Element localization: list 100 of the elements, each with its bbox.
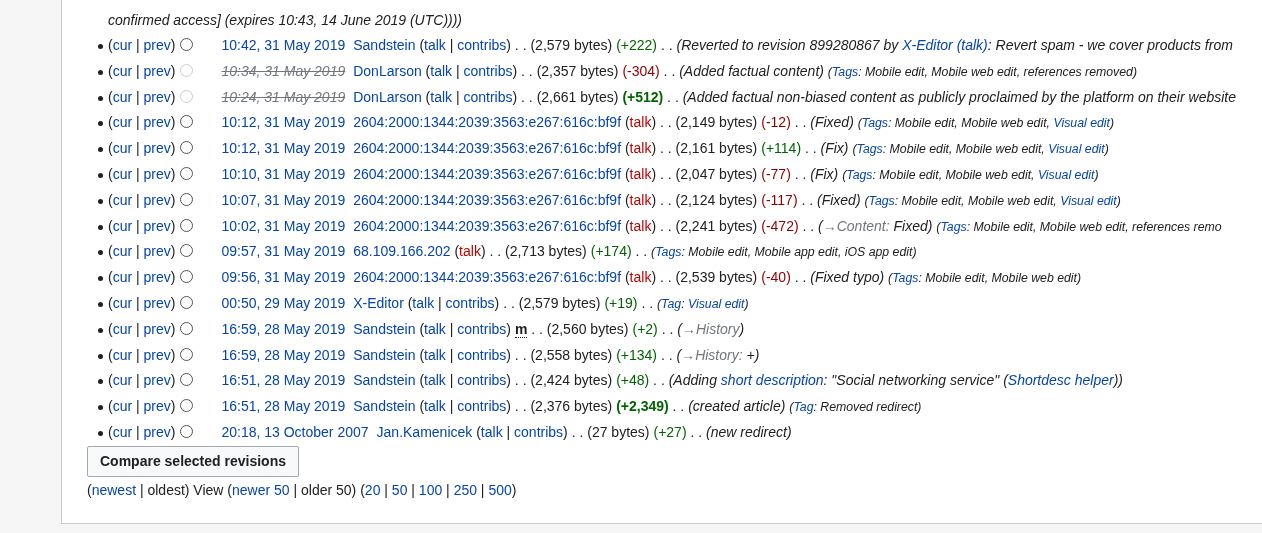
revision-radio[interactable] (180, 321, 194, 335)
missing-page-link[interactable]: talk (629, 166, 652, 182)
page-link[interactable]: newer 50 (232, 481, 290, 498)
page-link[interactable]: prev (143, 62, 171, 79)
page-link[interactable]: prev (143, 398, 171, 415)
revision-radio[interactable] (180, 38, 194, 51)
page-link[interactable]: talk (424, 37, 446, 53)
revision-radio[interactable] (180, 399, 194, 413)
revision-radio[interactable] (180, 244, 194, 258)
page-link[interactable]: contribs (457, 320, 507, 337)
page-link[interactable]: talk (412, 294, 435, 311)
page-link[interactable]: cur (112, 191, 133, 208)
revision-radio[interactable] (180, 347, 194, 361)
revision-date-link[interactable]: 10:42, 31 May 2019 (221, 37, 346, 53)
summary-link[interactable]: Shortdesc helper (1007, 372, 1114, 389)
page-link[interactable]: cur (112, 62, 133, 79)
revision-date-link[interactable]: 10:02, 31 May 2019 (221, 217, 346, 234)
compare-button[interactable]: Compare selected revisions (87, 445, 299, 477)
linked-edit-tag[interactable]: Visual edit (1048, 142, 1105, 157)
page-link[interactable]: X-Editor (353, 294, 404, 311)
page-link[interactable]: talk (424, 346, 446, 363)
revision-radio[interactable] (180, 141, 194, 155)
page-link[interactable]: Jan.Kamenicek (376, 423, 473, 440)
page-link[interactable]: cur (112, 37, 133, 53)
page-link[interactable]: 50 (391, 481, 408, 498)
tag-help-link[interactable]: Tag (793, 400, 814, 415)
page-link[interactable]: cur (112, 88, 133, 105)
page-link[interactable]: contribs (463, 62, 513, 79)
page-link[interactable]: prev (143, 114, 171, 131)
revision-date-link[interactable]: 10:12, 31 May 2019 (221, 140, 346, 157)
page-link[interactable]: 2604:2000:1344:2039:3563:e267:616c:bf9f (353, 191, 622, 208)
revision-date-link[interactable]: 10:07, 31 May 2019 (221, 191, 346, 208)
page-link[interactable]: prev (143, 88, 171, 105)
page-link[interactable]: 2604:2000:1344:2039:3563:e267:616c:bf9f (353, 269, 622, 286)
page-link[interactable]: prev (143, 372, 171, 389)
page-link[interactable]: prev (143, 346, 171, 363)
page-link[interactable]: 20 (364, 481, 381, 498)
page-link[interactable]: prev (143, 191, 171, 208)
revision-date-link[interactable]: 00:50, 29 May 2019 (221, 294, 346, 311)
revision-radio[interactable] (180, 295, 194, 309)
tag-help-link[interactable]: Tags (856, 142, 883, 157)
tag-help-link[interactable]: Tag (661, 296, 682, 311)
page-link[interactable]: contribs (463, 88, 513, 105)
page-link[interactable]: cur (112, 269, 133, 286)
page-link[interactable]: talk (430, 62, 453, 79)
section-link[interactable]: →History: (681, 346, 743, 363)
revision-date-link[interactable]: 16:59, 28 May 2019 (221, 320, 346, 337)
page-link[interactable]: talk (430, 88, 453, 105)
tag-help-link[interactable]: Tags (940, 219, 967, 234)
page-link[interactable]: prev (143, 269, 171, 286)
tag-help-link[interactable]: Tags (846, 168, 873, 182)
page-link[interactable]: newest (91, 481, 137, 498)
missing-page-link[interactable]: talk (629, 217, 652, 234)
page-link[interactable]: 2604:2000:1344:2039:3563:e267:616c:bf9f (353, 217, 622, 234)
linked-edit-tag[interactable]: Visual edit (1060, 193, 1117, 208)
revision-date-link[interactable]: 09:56, 31 May 2019 (221, 269, 346, 286)
page-link[interactable]: talk (424, 398, 446, 415)
page-link[interactable]: prev (143, 37, 171, 53)
page-link[interactable]: Sandstein (353, 398, 416, 415)
revision-radio[interactable] (180, 373, 194, 387)
revision-date-link[interactable]: 10:10, 31 May 2019 (221, 166, 346, 182)
page-link[interactable]: cur (112, 320, 133, 337)
linked-edit-tag[interactable]: Visual edit (1053, 116, 1110, 131)
page-link[interactable]: contribs (457, 372, 507, 389)
missing-page-link[interactable]: talk (459, 243, 481, 260)
page-link[interactable]: 250 (453, 481, 477, 498)
page-link[interactable]: DonLarson (353, 88, 422, 105)
page-link[interactable]: Sandstein (353, 372, 416, 389)
page-link[interactable]: talk (424, 320, 446, 337)
page-link[interactable]: contribs (445, 294, 495, 311)
missing-page-link[interactable]: talk (629, 191, 652, 208)
missing-page-link[interactable]: talk (629, 140, 652, 157)
page-link[interactable]: 500 (488, 481, 512, 498)
page-link[interactable]: 2604:2000:1344:2039:3563:e267:616c:bf9f (353, 166, 622, 182)
page-link[interactable]: cur (112, 346, 133, 363)
page-link[interactable]: contribs (514, 423, 564, 440)
revision-radio[interactable] (180, 424, 194, 438)
page-link[interactable]: cur (112, 140, 133, 157)
page-link[interactable]: prev (143, 294, 171, 311)
revision-radio[interactable] (180, 270, 194, 284)
page-link[interactable]: contribs (457, 346, 507, 363)
page-link[interactable]: cur (112, 398, 133, 415)
page-link[interactable]: talk (424, 372, 446, 389)
tag-help-link[interactable]: Tags (868, 193, 895, 208)
page-link[interactable]: 2604:2000:1344:2039:3563:e267:616c:bf9f (353, 114, 622, 131)
summary-link[interactable]: (talk) (952, 37, 988, 53)
page-link[interactable]: talk (480, 423, 503, 440)
page-link[interactable]: DonLarson (353, 62, 422, 79)
page-link[interactable]: cur (112, 423, 133, 440)
revision-date-link[interactable]: 16:59, 28 May 2019 (221, 346, 346, 363)
page-link[interactable]: cur (112, 372, 133, 389)
page-link[interactable]: 100 (418, 481, 443, 498)
page-link[interactable]: cur (112, 114, 133, 131)
summary-link[interactable]: X-Editor (902, 37, 953, 53)
summary-link[interactable]: short description (720, 372, 824, 389)
page-link[interactable]: Sandstein (353, 320, 416, 337)
tag-help-link[interactable]: Tags (892, 271, 919, 286)
revision-date-link[interactable]: 10:12, 31 May 2019 (221, 114, 346, 131)
page-link[interactable]: prev (143, 217, 171, 234)
page-link[interactable]: 68.109.166.202 (353, 243, 451, 260)
